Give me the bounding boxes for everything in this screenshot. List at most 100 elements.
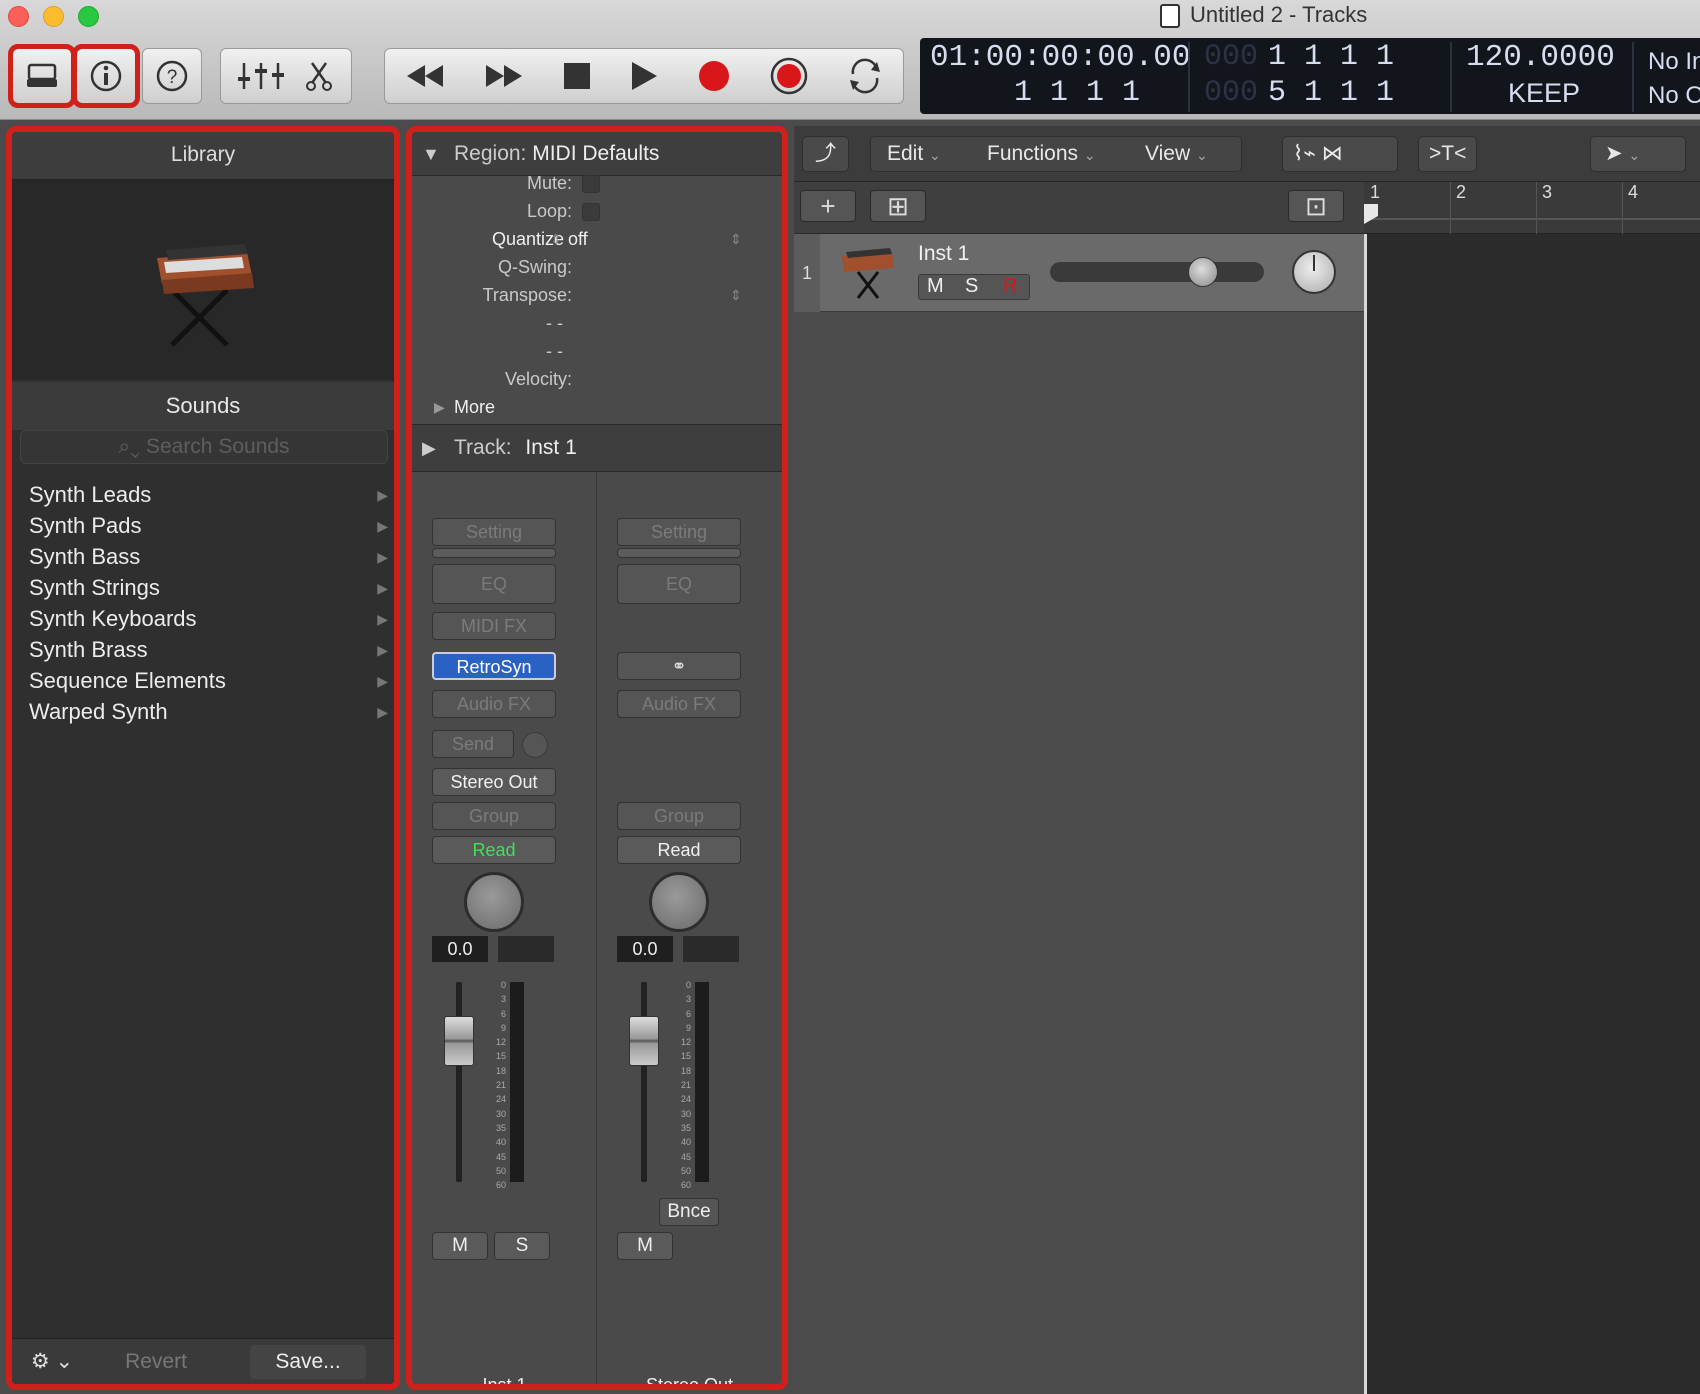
peak-value — [683, 936, 739, 962]
quick-help-button[interactable]: ? — [142, 48, 202, 104]
timeline-ruler[interactable]: 1 2 3 4 — [1364, 182, 1700, 234]
track-volume-slider[interactable] — [1050, 257, 1264, 287]
track-list-empty-area[interactable] — [794, 312, 1364, 1394]
lcd-display[interactable]: 01:00:00:00.00 1 1 1 1 000 1 1 1 1 000 5… — [920, 38, 1700, 114]
velocity-row[interactable]: Velocity: — [412, 364, 782, 394]
meter-scale: 0 3 6 9 12 15 18 21 24 30 35 40 45 50 60 — [680, 980, 691, 1191]
capture-recording-icon[interactable] — [770, 57, 808, 95]
search-sounds-input[interactable]: ⌕⌄ Search Sounds — [20, 430, 388, 464]
track-header-bar: + ⊞ ⊡ — [794, 182, 1364, 234]
chevron-right-icon: ▶ — [377, 518, 388, 534]
pan-knob[interactable] — [464, 872, 524, 932]
track-region-area[interactable] — [1364, 234, 1700, 1394]
group-slot[interactable]: Group — [617, 802, 741, 830]
eq-button[interactable]: EQ — [617, 564, 741, 604]
bounce-button[interactable]: Bnce — [659, 1198, 719, 1226]
audio-fx-slot[interactable]: Audio FX — [432, 690, 556, 718]
add-track-button[interactable]: + — [800, 190, 856, 222]
cycle-icon[interactable] — [847, 56, 883, 96]
lcd-midi-in: No In — [1648, 48, 1700, 75]
library-item-synth-pads[interactable]: Synth Pads ▶ — [12, 509, 394, 543]
mute-button[interactable]: M — [617, 1232, 673, 1260]
scissors-icon[interactable] — [302, 59, 336, 93]
volume-fader[interactable] — [444, 1016, 474, 1066]
stereo-link-button[interactable]: ⚭ — [617, 652, 741, 680]
channel-strip-stereo-out: Setting EQ ⚭ Audio FX Group Read 0.0 036… — [597, 472, 782, 1384]
global-tracks-button[interactable]: ⊡ — [1288, 190, 1344, 222]
track-volume-handle[interactable] — [1188, 257, 1218, 287]
quantize-row[interactable]: Quantize ⇕ off ⇕ — [412, 224, 782, 254]
audio-fx-slot[interactable]: Audio FX — [617, 690, 741, 718]
track-solo-button[interactable]: S — [965, 275, 978, 298]
play-icon[interactable] — [630, 61, 658, 91]
library-item-warped-synth[interactable]: Warped Synth ▶ — [12, 695, 394, 729]
track-mute-button[interactable]: M — [927, 275, 944, 298]
setting-button[interactable]: Setting — [432, 518, 556, 546]
library-item-synth-leads[interactable]: Synth Leads ▶ — [12, 478, 394, 512]
region-name: MIDI Defaults — [532, 142, 660, 165]
send-knob[interactable] — [522, 732, 548, 758]
track-number: 1 — [794, 234, 820, 312]
pointer-tool[interactable]: ➤ ⌄ — [1590, 136, 1686, 172]
send-slot[interactable]: Send — [432, 730, 514, 758]
transpose-row[interactable]: Transpose: ⇕ — [412, 280, 782, 310]
library-item-synth-bass[interactable]: Synth Bass ▶ — [12, 540, 394, 574]
volume-value[interactable]: 0.0 — [617, 936, 673, 962]
plus-icon: + — [820, 191, 836, 221]
eq-button[interactable]: EQ — [432, 564, 556, 604]
mute-button[interactable]: M — [432, 1232, 488, 1260]
tracks-menubar: ⤴ Edit ⌄ Functions ⌄ View ⌄ ⌇⌁ ⋈ >T< ➤ ⌄ — [794, 126, 1700, 182]
library-actions-menu[interactable]: ⚙ ⌄ — [20, 1345, 84, 1379]
close-window-button[interactable] — [8, 6, 29, 27]
setting-button[interactable]: Setting — [617, 518, 741, 546]
rewind-icon[interactable] — [405, 63, 445, 89]
stop-icon[interactable] — [563, 62, 591, 90]
automation-tools[interactable]: ⌇⌁ ⋈ — [1282, 136, 1398, 172]
zoom-window-button[interactable] — [78, 6, 99, 27]
library-button[interactable] — [8, 44, 76, 108]
library-item-sequence-elements[interactable]: Sequence Elements ▶ — [12, 664, 394, 698]
playhead-marker[interactable] — [1364, 204, 1378, 224]
mixer-icon[interactable] — [236, 59, 286, 93]
back-button[interactable]: ⤴ — [802, 136, 849, 172]
save-button[interactable]: Save... — [250, 1345, 366, 1379]
solo-button[interactable]: S — [494, 1232, 550, 1260]
automation-mode[interactable]: Read — [432, 836, 556, 864]
output-slot[interactable]: Stereo Out — [432, 768, 556, 796]
window-title: Untitled 2 - Tracks — [1190, 2, 1368, 27]
revert-button[interactable]: Revert — [112, 1345, 200, 1379]
loop-checkbox[interactable] — [582, 203, 600, 221]
functions-menu[interactable]: Functions ⌄ — [987, 137, 1096, 172]
chevron-down-icon: ⌄ — [1628, 147, 1641, 163]
library-item-synth-brass[interactable]: Synth Brass ▶ — [12, 633, 394, 667]
record-icon[interactable] — [697, 59, 731, 93]
mute-checkbox[interactable] — [582, 175, 600, 193]
track-record-button[interactable]: R — [1003, 275, 1017, 298]
instrument-slot[interactable]: RetroSyn — [432, 652, 556, 680]
search-icon: ⌕⌄ — [118, 435, 141, 458]
library-item-synth-strings[interactable]: Synth Strings ▶ — [12, 571, 394, 605]
library-item-synth-keyboards[interactable]: Synth Keyboards ▶ — [12, 602, 394, 636]
track-pan-knob[interactable] — [1292, 250, 1336, 294]
fast-forward-icon[interactable] — [484, 63, 524, 89]
catch-button[interactable]: >T< — [1418, 136, 1478, 172]
inspector-button[interactable] — [72, 44, 140, 108]
track-name: Inst 1 — [525, 436, 577, 459]
group-slot[interactable]: Group — [432, 802, 556, 830]
volume-value[interactable]: 0.0 — [432, 936, 488, 962]
midi-fx-slot[interactable]: MIDI FX — [432, 612, 556, 640]
duplicate-track-button[interactable]: ⊞ — [870, 190, 926, 222]
minimize-window-button[interactable] — [43, 6, 64, 27]
edit-menu[interactable]: Edit ⌄ — [887, 137, 941, 172]
library-footer: ⚙ ⌄ Revert Save... — [12, 1338, 394, 1384]
track-name[interactable]: Inst 1 — [918, 242, 969, 266]
qswing-row[interactable]: Q-Swing: — [412, 252, 782, 282]
automation-mode[interactable]: Read — [617, 836, 741, 864]
volume-fader[interactable] — [629, 1016, 659, 1066]
more-row[interactable]: ▶ More — [412, 392, 782, 422]
track-header-inst-1[interactable]: 1 Inst 1 M S R — [794, 234, 1364, 312]
view-menu[interactable]: View ⌄ — [1145, 137, 1208, 172]
track-inspector-header[interactable]: ▶ Track: Inst 1 — [412, 424, 782, 472]
pan-knob[interactable] — [649, 872, 709, 932]
track-buttons: M S R — [918, 274, 1030, 300]
